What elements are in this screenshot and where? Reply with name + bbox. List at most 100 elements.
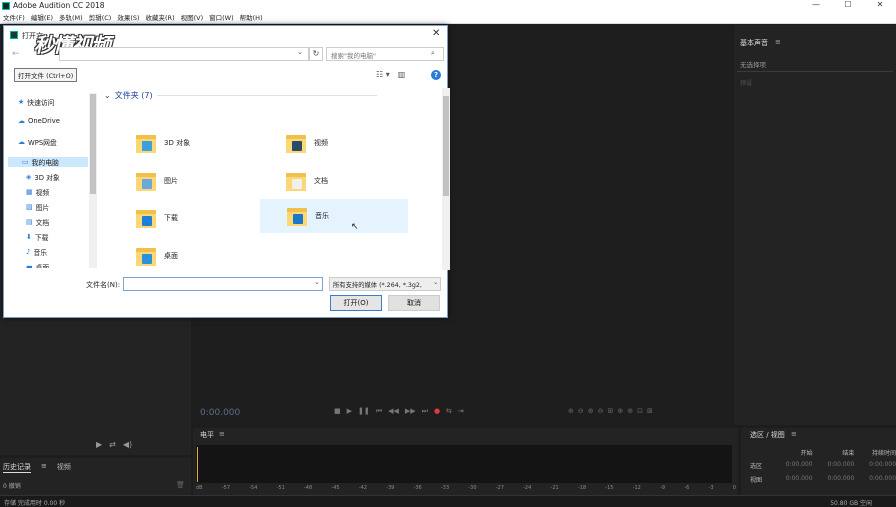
nav-item[interactable]: ☁ WPS网盘 [18,137,57,147]
menu-effects[interactable]: 效果(S) [117,12,139,23]
nav-scrollbar-thumb[interactable] [90,94,96,194]
zoom-out-amplitude-icon[interactable]: ⊖ [578,407,584,415]
folder-tile[interactable]: 图片 [130,164,276,198]
level-tick-label: -24 [523,485,532,491]
play-icon[interactable]: ▶ [347,407,352,416]
go-to-start-icon[interactable]: ⏮ [376,407,382,416]
selection-view-menu-icon[interactable]: ≡ [791,430,797,438]
help-icon[interactable]: ? [431,70,441,80]
pause-icon[interactable]: ❚❚ [358,407,370,416]
level-tick-label: -42 [358,485,367,491]
selection-end-field[interactable]: 0:00.000 [813,461,854,470]
nav-item[interactable]: ♪ 音乐 [26,247,47,257]
cancel-button[interactable]: 取消 [388,295,440,311]
star-icon: ★ [18,98,25,106]
zoom-out-time-icon[interactable]: ⊖ [598,407,604,415]
folder-tile[interactable]: 3D 对象 [130,126,276,160]
nav-item[interactable]: ▦ 视频 [26,187,49,197]
loop-icon[interactable]: ⇆ [446,407,452,416]
filename-dropdown-icon[interactable]: ⌄ [314,278,320,286]
nav-item[interactable]: ⬇ 下载 [26,232,48,242]
selection-start-field[interactable]: 0:00.000 [771,461,813,470]
folders-group-header[interactable]: ⌄ 文件夹 (7) [104,90,377,101]
menu-multitrack[interactable]: 多轨(M) [59,12,83,23]
rewind-icon[interactable]: ◀◀ [388,407,399,416]
level-tick-label: -39 [386,485,395,491]
minimize-button[interactable]: — [800,0,832,12]
menu-file[interactable]: 文件(F) [3,12,25,23]
tab-history[interactable]: 历史记录 [3,462,31,473]
chevron-down-icon[interactable]: ⌄ [297,48,303,56]
search-input[interactable]: 搜索"我的电脑" [326,47,444,61]
view-end-field[interactable]: 0:00.000 [813,475,854,484]
nav-item[interactable]: ▤ 文档 [26,217,49,227]
zoom-out-full-icon[interactable]: ⊞ [608,407,614,415]
levels-title: 电平 [200,431,214,439]
folder-tile[interactable]: 视频 [280,126,426,160]
volume-icon[interactable]: ◀) [123,440,132,449]
content-scrollbar-thumb[interactable] [443,96,449,196]
menu-help[interactable]: 帮助(H) [240,12,263,23]
menu-clip[interactable]: 剪辑(C) [89,12,112,23]
trash-icon[interactable]: 🗑 [176,481,185,489]
go-to-end-icon[interactable]: ⏭ [422,407,428,416]
view-start-field[interactable]: 0:00.000 [771,475,813,484]
file-type-dropdown-icon[interactable]: ⌄ [433,278,438,286]
nav-item[interactable]: ▨ 图片 [26,202,49,212]
zoom-in-end-icon[interactable]: ⊕ [627,407,633,415]
file-type-select[interactable]: 所有支持的媒体 (*.264, *.3g2, [329,277,441,291]
filename-label: 文件名(N): [86,281,121,289]
folder-tile[interactable]: 文档 [280,164,426,198]
menu-view[interactable]: 视图(V) [181,12,204,23]
selection-duration-field[interactable]: 0:00.000 [854,461,896,470]
search-icon[interactable]: ⌕ [431,49,435,58]
nav-item[interactable]: ▬ 桌面 [26,262,49,268]
folder-tile[interactable]: 下载 [130,201,276,235]
level-tick-label: -48 [304,485,313,491]
menu-edit[interactable]: 编辑(E) [31,12,53,23]
level-tick-label: -6 [684,485,690,491]
change-view-icon[interactable]: ☷ ▾ [376,70,390,79]
folder-label: 视频 [314,139,328,147]
levels-menu-icon[interactable]: ≡ [219,430,225,438]
folder-tile[interactable]: 桌面 [130,239,276,270]
fast-forward-icon[interactable]: ▶▶ [405,407,416,416]
zoom-in-time-icon[interactable]: ⊕ [588,407,594,415]
folder-tile[interactable]: 音乐 [260,199,408,233]
address-bar[interactable] [59,47,309,61]
tab-video[interactable]: 视频 [57,462,71,473]
back-arrow-icon[interactable]: ← [12,49,20,59]
maximize-button[interactable]: ☐ [832,0,864,12]
zoom-all-icon[interactable]: ⊠ [647,407,653,415]
folder-label: 桌面 [164,252,178,260]
close-window-button[interactable]: ✕ [864,0,896,12]
filename-input[interactable] [123,277,323,291]
loop-preview-icon[interactable]: ⇄ [109,440,116,449]
nav-item[interactable]: ◈ 3D 对象 [26,172,60,182]
nav-item[interactable]: ▭ 我的电脑 [8,157,88,167]
stop-icon[interactable]: ■ [334,407,341,416]
record-icon[interactable]: ● [434,407,440,416]
zoom-in-amplitude-icon[interactable]: ⊕ [568,407,574,415]
menu-window[interactable]: 窗口(W) [209,12,234,23]
folder-label: 图片 [164,177,178,185]
level-tick-label: -9 [660,485,666,491]
preview-pane-icon[interactable]: ▥ [398,70,406,79]
play-preview-icon[interactable]: ▶ [96,440,102,449]
close-icon[interactable]: ✕ [432,28,440,39]
panel-menu-icon[interactable]: ≡ [775,38,781,46]
zoom-selection-icon[interactable]: ⊡ [637,407,643,415]
cloud-icon: ☁ [18,117,25,125]
history-menu-icon[interactable]: ≡ [41,462,47,473]
menu-favorites[interactable]: 收藏夹(R) [146,12,175,23]
folder-label: 音乐 [315,212,329,220]
nav-item[interactable]: ☁ OneDrive [18,117,60,125]
open-button[interactable]: 打开(O) [330,295,382,311]
refresh-icon[interactable]: ↻ [309,47,323,61]
zoom-in-start-icon[interactable]: ⊕ [617,407,623,415]
levels-meter [196,445,732,483]
skip-selection-icon[interactable]: ⇥ [458,407,464,416]
nav-item-label: WPS网盘 [28,139,57,147]
view-duration-field[interactable]: 0:00.000 [854,475,896,484]
nav-item[interactable]: ★ 快速访问 [18,97,54,107]
